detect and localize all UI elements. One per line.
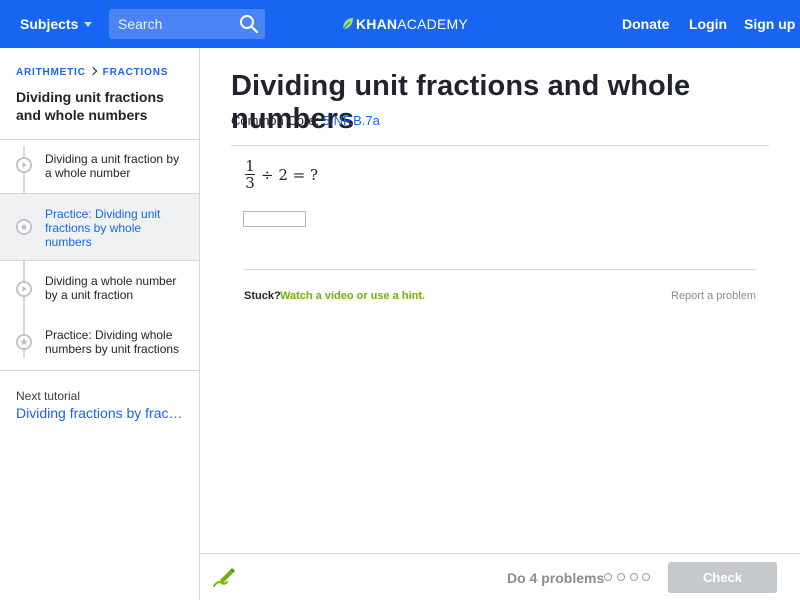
problem-count-label: Do 4 problems xyxy=(507,570,605,586)
report-problem-link[interactable]: Report a problem xyxy=(671,290,756,302)
search-icon[interactable] xyxy=(239,14,259,34)
caret-down-icon xyxy=(84,22,93,27)
star-icon xyxy=(16,334,32,350)
common-core-label: Common Core: xyxy=(231,113,320,128)
fraction-numerator: 1 xyxy=(245,157,255,175)
breadcrumb-item-fractions[interactable]: FRACTIONS xyxy=(103,67,169,78)
answer-input[interactable] xyxy=(243,211,306,227)
sidebar-item-video-2[interactable]: Dividing a whole number by a unit fracti… xyxy=(0,261,199,313)
next-tutorial-link[interactable]: Dividing fractions by fractions xyxy=(16,405,186,421)
play-icon xyxy=(16,157,32,173)
sidebar-item-practice-1[interactable]: Practice: Dividing unit fractions by who… xyxy=(0,193,199,261)
sidebar-item-video-1[interactable]: Dividing a unit fraction by a whole numb… xyxy=(0,146,199,192)
problem-expression: 1 3 ÷ 2 = ? xyxy=(245,158,318,191)
breadcrumb-item-arithmetic[interactable]: ARITHMETIC xyxy=(16,67,86,78)
logo-text-light: ACADEMY xyxy=(397,16,468,32)
next-tutorial-label: Next tutorial xyxy=(16,389,81,403)
fraction-denominator: 3 xyxy=(245,174,255,192)
fraction: 1 3 xyxy=(245,158,255,191)
progress-dot xyxy=(630,573,638,581)
divider xyxy=(199,432,200,600)
subjects-label: Subjects xyxy=(20,16,79,32)
common-core-standard: Common Core: 5.NF.B.7a xyxy=(231,113,380,128)
divider xyxy=(0,370,199,371)
tutorial-title: Dividing unit fractions and whole number… xyxy=(16,89,164,123)
divider xyxy=(0,139,199,140)
sidebar-item-label: Dividing a whole number by a unit fracti… xyxy=(45,274,177,302)
leaf-icon xyxy=(342,18,353,30)
scratchpad-pencil-icon[interactable] xyxy=(212,566,236,588)
breadcrumb: ARITHMETIC FRACTIONS xyxy=(16,66,169,78)
play-icon xyxy=(16,281,32,297)
tutorial-sidebar: ARITHMETIC FRACTIONS Dividing unit fracti… xyxy=(0,48,200,432)
sidebar-item-label: Practice: Dividing whole numbers by unit… xyxy=(45,328,180,356)
divider xyxy=(200,553,800,554)
logo-text-bold: KHAN xyxy=(356,16,398,32)
signup-link[interactable]: Sign up xyxy=(744,16,795,32)
stuck-label: Stuck? xyxy=(244,290,281,302)
search-input[interactable] xyxy=(109,9,238,39)
progress-dot xyxy=(642,573,650,581)
star-icon xyxy=(16,219,32,235)
khan-academy-logo[interactable]: KHAN ACADEMY xyxy=(342,14,468,34)
sidebar-item-label: Practice: Dividing unit fractions by who… xyxy=(45,207,161,249)
top-nav: Subjects KHANACADEMY Donate Login Sign u… xyxy=(0,0,800,48)
problem-rest: ÷ 2 = ? xyxy=(261,165,319,184)
progress-dot xyxy=(617,573,625,581)
subjects-menu[interactable]: Subjects xyxy=(20,16,93,32)
check-button[interactable]: Check xyxy=(668,562,777,593)
progress-dot xyxy=(604,573,612,581)
hint-link[interactable]: Watch a video or use a hint. xyxy=(280,290,425,302)
divider xyxy=(231,145,769,146)
donate-link[interactable]: Donate xyxy=(622,16,669,32)
chevron-right-icon xyxy=(88,66,97,76)
sidebar-item-label: Dividing a unit fraction by a whole numb… xyxy=(45,152,180,180)
divider xyxy=(244,269,756,270)
sidebar-item-practice-2[interactable]: Practice: Dividing whole numbers by unit… xyxy=(0,313,199,369)
common-core-link[interactable]: 5.NF.B.7a xyxy=(323,113,380,128)
login-link[interactable]: Login xyxy=(689,16,727,32)
search-box xyxy=(109,9,265,39)
